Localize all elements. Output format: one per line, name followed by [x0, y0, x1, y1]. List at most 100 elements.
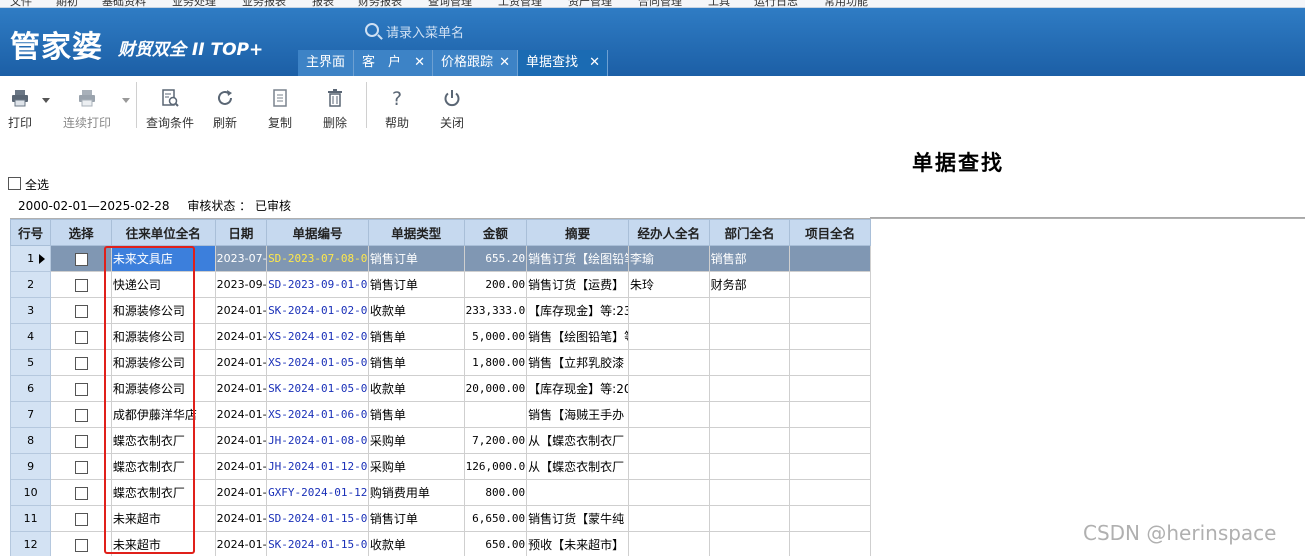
- cell-amount[interactable]: 655.20: [463, 245, 528, 272]
- cell-date[interactable]: 2024-01-: [214, 531, 268, 556]
- cell-handler[interactable]: 朱玲: [627, 271, 710, 298]
- cell-type[interactable]: 收款单: [367, 375, 465, 402]
- cell-code[interactable]: SK-2024-01-05-000: [266, 375, 369, 402]
- cell-type[interactable]: 销售订单: [367, 271, 465, 298]
- menu-item[interactable]: 常用功能: [824, 0, 868, 7]
- row-checkbox[interactable]: [74, 330, 88, 344]
- table-row[interactable]: 1 未来文具店2023-07-SD-2023-07-08-000销售订单655.2…: [9, 245, 871, 272]
- cell-handler[interactable]: [627, 323, 710, 350]
- row-checkbox[interactable]: [74, 356, 88, 370]
- row-select-cell[interactable]: [50, 245, 112, 272]
- row-checkbox[interactable]: [74, 304, 88, 318]
- column-header[interactable]: 项目全名: [789, 219, 871, 246]
- menu-item[interactable]: 业务报表: [242, 0, 286, 7]
- cell-type[interactable]: 采购单: [367, 453, 465, 480]
- row-select-cell[interactable]: [50, 453, 112, 480]
- cell-memo[interactable]: [526, 479, 629, 506]
- close-button[interactable]: 关闭: [433, 84, 471, 130]
- cell-party[interactable]: 成都伊藤洋华店: [110, 401, 216, 428]
- menu-item[interactable]: 文件: [10, 0, 32, 7]
- cell-handler[interactable]: 李瑜: [627, 245, 710, 272]
- column-header[interactable]: 行号: [9, 219, 52, 246]
- table-row[interactable]: 10 蝶恋衣制衣厂2024-01-GXFY-2024-01-12-0购销费用单80…: [9, 479, 871, 506]
- cell-handler[interactable]: [627, 453, 710, 480]
- cell-party[interactable]: 未来超市: [110, 505, 216, 532]
- row-select-cell[interactable]: [50, 479, 112, 506]
- cell-amount[interactable]: 7,200.00: [463, 427, 528, 454]
- cell-date[interactable]: 2024-01-: [214, 349, 268, 376]
- menu-item[interactable]: 业务处理: [172, 0, 216, 7]
- cell-project[interactable]: [789, 453, 871, 480]
- cell-dept[interactable]: 销售部: [708, 245, 791, 272]
- menu-item[interactable]: 报表: [312, 0, 334, 7]
- cell-date[interactable]: 2023-09-: [214, 271, 268, 298]
- cell-party[interactable]: 和源装修公司: [110, 297, 216, 324]
- menu-search[interactable]: 请录入菜单名: [360, 20, 560, 42]
- tab-home[interactable]: 主界面: [298, 50, 354, 76]
- table-row[interactable]: 3 和源装修公司2024-01-SK-2024-01-02-000收款单233,3…: [9, 297, 871, 324]
- cell-handler[interactable]: [627, 349, 710, 376]
- table-row[interactable]: 2 快递公司2023-09-SD-2023-09-01-000销售订单200.00…: [9, 271, 871, 298]
- cell-project[interactable]: [789, 401, 871, 428]
- cell-project[interactable]: [789, 245, 871, 272]
- cell-code[interactable]: XS-2024-01-05-000: [266, 349, 369, 376]
- cell-code[interactable]: XS-2024-01-06-000: [266, 401, 369, 428]
- row-checkbox[interactable]: [74, 382, 88, 396]
- cell-amount[interactable]: 233,333.00: [463, 297, 528, 324]
- cell-party[interactable]: 蝶恋衣制衣厂: [110, 479, 216, 506]
- cell-code[interactable]: XS-2024-01-02-000: [266, 323, 369, 350]
- help-button[interactable]: ? 帮助: [378, 84, 416, 130]
- cell-memo[interactable]: 销售订货【绘图铅笔: [526, 245, 629, 272]
- cell-dept[interactable]: [708, 505, 791, 532]
- cell-amount[interactable]: 126,000.00: [463, 453, 528, 480]
- cell-project[interactable]: [789, 427, 871, 454]
- close-icon[interactable]: ✕: [589, 50, 600, 76]
- row-checkbox[interactable]: [74, 512, 88, 526]
- column-header[interactable]: 部门全名: [708, 219, 791, 246]
- row-select-cell[interactable]: [50, 271, 112, 298]
- menu-item[interactable]: 运行日志: [754, 0, 798, 7]
- cell-date[interactable]: 2024-01-: [214, 505, 268, 532]
- cell-project[interactable]: [789, 271, 871, 298]
- cell-dept[interactable]: [708, 297, 791, 324]
- query-conditions-button[interactable]: 查询条件: [142, 84, 198, 130]
- cell-memo[interactable]: 销售订货【蒙牛纯: [526, 505, 629, 532]
- cell-amount[interactable]: 20,000.00: [463, 375, 528, 402]
- cell-party[interactable]: 和源装修公司: [110, 349, 216, 376]
- menu-item[interactable]: 财务报表: [358, 0, 402, 7]
- menu-item[interactable]: 基础资料: [102, 0, 146, 7]
- cell-amount[interactable]: 5,000.00: [463, 323, 528, 350]
- cell-memo[interactable]: 从【蝶恋衣制衣厂: [526, 427, 629, 454]
- row-select-cell[interactable]: [50, 349, 112, 376]
- chevron-down-icon[interactable]: [42, 98, 50, 103]
- menu-search-input[interactable]: 请录入菜单名: [386, 22, 464, 41]
- menu-item[interactable]: 合同管理: [638, 0, 682, 7]
- cell-project[interactable]: [789, 505, 871, 532]
- column-header[interactable]: 单据编号: [266, 219, 369, 246]
- column-header[interactable]: 单据类型: [367, 219, 465, 246]
- table-row[interactable]: 4 和源装修公司2024-01-XS-2024-01-02-000销售单5,000…: [9, 323, 871, 350]
- cell-project[interactable]: [789, 323, 871, 350]
- cell-handler[interactable]: [627, 401, 710, 428]
- menu-item[interactable]: 工具: [708, 0, 730, 7]
- column-header[interactable]: 选择: [50, 219, 112, 246]
- cell-project[interactable]: [789, 479, 871, 506]
- cell-party[interactable]: 和源装修公司: [110, 323, 216, 350]
- row-select-cell[interactable]: [50, 401, 112, 428]
- column-header[interactable]: 金额: [463, 219, 528, 246]
- cell-handler[interactable]: [627, 479, 710, 506]
- row-checkbox[interactable]: [74, 538, 88, 552]
- row-select-cell[interactable]: [50, 427, 112, 454]
- menu-item[interactable]: 资产管理: [568, 0, 612, 7]
- cell-dept[interactable]: [708, 531, 791, 556]
- cell-dept[interactable]: [708, 349, 791, 376]
- cell-handler[interactable]: [627, 375, 710, 402]
- cell-code[interactable]: JH-2024-01-08-000: [266, 427, 369, 454]
- row-checkbox[interactable]: [74, 486, 88, 500]
- row-checkbox[interactable]: [74, 252, 88, 266]
- cell-amount[interactable]: 6,650.00: [463, 505, 528, 532]
- checkbox[interactable]: [8, 177, 21, 190]
- cell-dept[interactable]: [708, 375, 791, 402]
- column-header[interactable]: 摘要: [526, 219, 629, 246]
- cell-type[interactable]: 销售单: [367, 349, 465, 376]
